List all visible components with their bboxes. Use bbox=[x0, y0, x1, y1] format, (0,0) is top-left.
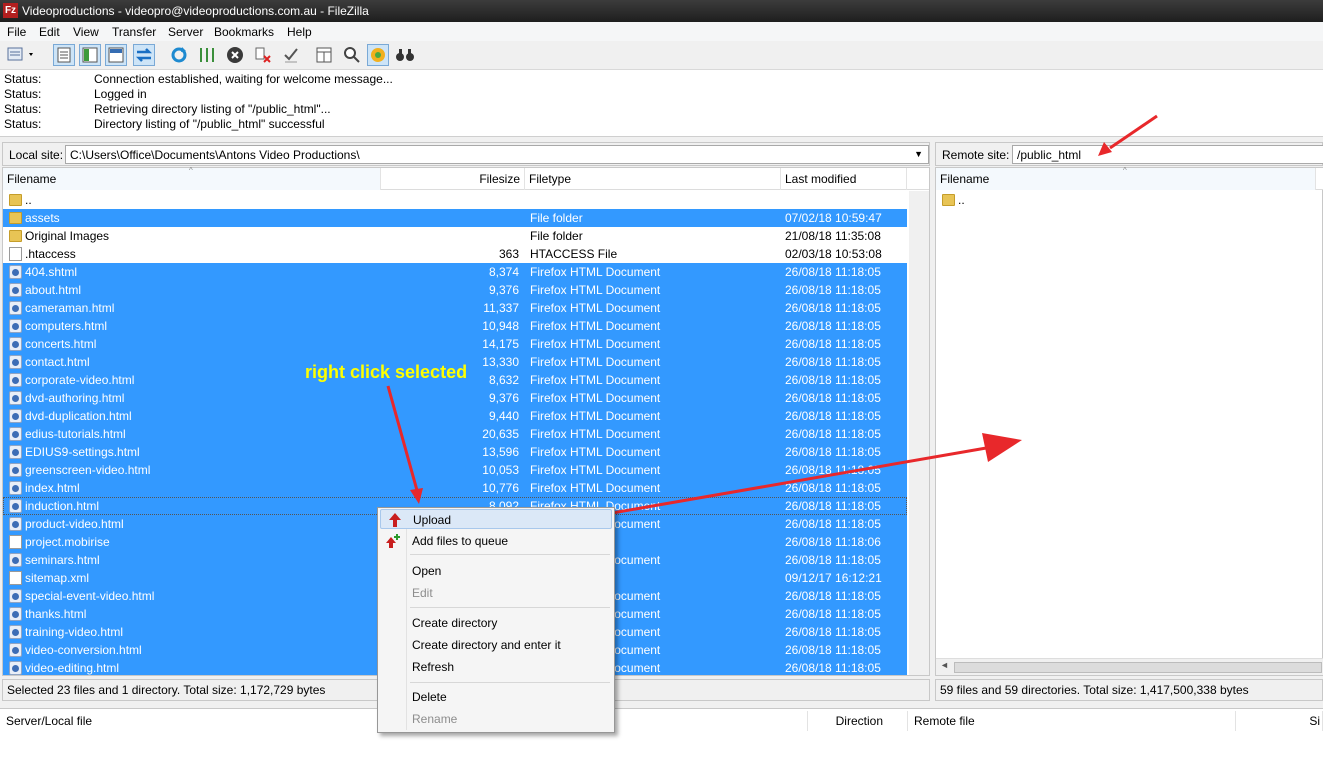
annotation-arrow-right bbox=[571, 445, 993, 522]
context-menu: Upload Add files to queue Open Edit Crea… bbox=[377, 507, 615, 733]
menu-item-open[interactable]: Open bbox=[380, 561, 612, 581]
add-to-queue-icon bbox=[386, 534, 400, 548]
annotation-arrowhead bbox=[982, 433, 1022, 462]
menu-item-add-to-queue[interactable]: Add files to queue bbox=[380, 531, 612, 551]
menu-item-create-directory[interactable]: Create directory bbox=[380, 613, 612, 633]
menu-item-refresh[interactable]: Refresh bbox=[380, 657, 612, 677]
menu-item-rename: Rename bbox=[412, 712, 458, 726]
annotation-arrowhead bbox=[410, 488, 423, 504]
annotation-overlay bbox=[386, 114, 1158, 522]
annotation-arrowhead bbox=[1098, 142, 1112, 156]
menu-item-create-directory-enter[interactable]: Create directory and enter it bbox=[380, 635, 612, 655]
annotation-arrow-remote bbox=[1109, 114, 1158, 150]
annotation-label: right click selected bbox=[305, 362, 468, 382]
upload-arrow-icon bbox=[389, 513, 401, 527]
annotation-arrow-down bbox=[386, 385, 420, 495]
menu-item-edit: Edit bbox=[412, 586, 433, 600]
menu-item-upload[interactable]: Upload bbox=[380, 509, 612, 529]
menu-item-delete[interactable]: Delete bbox=[380, 687, 612, 707]
